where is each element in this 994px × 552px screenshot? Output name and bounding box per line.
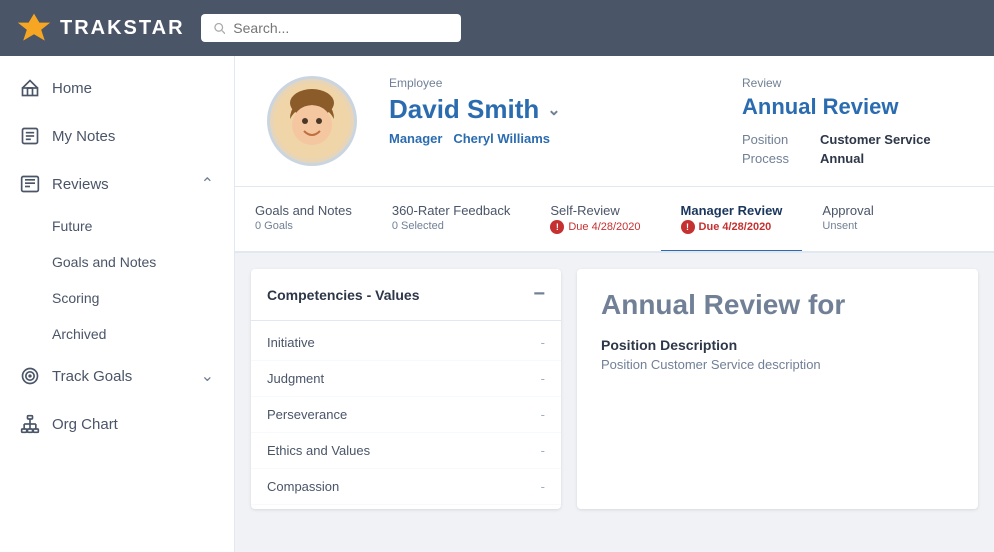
competencies-title: Competencies - Values xyxy=(267,287,420,303)
layout: Home My Notes Reviews ⌃ xyxy=(0,56,994,552)
search-input[interactable] xyxy=(233,20,448,36)
comp-label-judgment: Judgment xyxy=(267,371,324,386)
tab-goals-notes[interactable]: Goals and Notes 0 Goals xyxy=(235,187,372,253)
sidebar-item-track-goals-label: Track Goals xyxy=(52,368,132,385)
pos-desc-value: Position Customer Service description xyxy=(601,357,954,372)
reviews-submenu: Future Goals and Notes Scoring Archived xyxy=(0,208,234,352)
search-icon xyxy=(213,21,226,35)
avatar-image xyxy=(272,81,352,161)
comp-label-perseverance: Perseverance xyxy=(267,407,347,422)
manager-review-warn-icon: ! xyxy=(681,220,695,234)
sidebar-item-my-notes[interactable]: My Notes xyxy=(0,112,234,160)
tab-360-rater[interactable]: 360-Rater Feedback 0 Selected xyxy=(372,187,531,253)
org-chart-icon xyxy=(20,414,40,434)
tab-manager-review[interactable]: Manager Review ! Due 4/28/2020 xyxy=(661,187,803,253)
comp-value-judgment: - xyxy=(541,371,545,386)
logo-text: TRAKSTAR xyxy=(60,17,185,40)
annual-review-title: Annual Review for xyxy=(601,289,954,321)
position-value: Customer Service xyxy=(820,132,931,147)
annual-review-panel: Annual Review for Position Description P… xyxy=(577,269,978,509)
review-info: Review Annual Review Position Customer S… xyxy=(742,76,962,166)
tab-goals-notes-sub: 0 Goals xyxy=(255,220,352,232)
comp-value-ethics: - xyxy=(541,443,545,458)
process-value: Annual xyxy=(820,151,864,166)
review-title: Annual Review xyxy=(742,94,962,120)
comp-row-perseverance[interactable]: Perseverance - xyxy=(251,397,561,433)
avatar xyxy=(267,76,357,166)
review-meta: Position Customer Service Process Annual xyxy=(742,132,962,166)
comp-value-initiative: - xyxy=(541,335,545,350)
sidebar-item-archived[interactable]: Archived xyxy=(0,316,234,352)
comp-value-compassion: - xyxy=(541,479,545,494)
sidebar-item-org-chart-label: Org Chart xyxy=(52,416,118,433)
tab-360-sub: 0 Selected xyxy=(392,220,511,232)
employee-info: Employee David Smith ⌄ Manager Cheryl Wi… xyxy=(389,76,710,146)
pos-desc-label: Position Description xyxy=(601,337,954,353)
comp-row-ethics[interactable]: Ethics and Values - xyxy=(251,433,561,469)
tab-goals-notes-label: Goals and Notes xyxy=(255,203,352,218)
search-bar[interactable] xyxy=(201,14,461,42)
content-area: Competencies - Values − Initiative - Jud… xyxy=(235,253,994,525)
competencies-collapse-button[interactable]: − xyxy=(533,283,545,306)
tab-360-label: 360-Rater Feedback xyxy=(392,203,511,218)
process-label: Process xyxy=(742,151,812,166)
sidebar-item-org-chart[interactable]: Org Chart xyxy=(0,400,234,448)
employee-name-chevron[interactable]: ⌄ xyxy=(547,100,560,120)
tab-approval[interactable]: Approval Unsent xyxy=(802,187,893,253)
sidebar: Home My Notes Reviews ⌃ xyxy=(0,56,235,552)
employee-name: David Smith ⌄ xyxy=(389,94,710,125)
tab-self-review[interactable]: Self-Review ! Due 4/28/2020 xyxy=(530,187,660,253)
main-content: Employee David Smith ⌄ Manager Cheryl Wi… xyxy=(235,56,994,552)
comp-row-compassion[interactable]: Compassion - xyxy=(251,469,561,505)
sidebar-item-my-notes-label: My Notes xyxy=(52,128,115,145)
position-row: Position Customer Service xyxy=(742,132,962,147)
position-label: Position xyxy=(742,132,812,147)
home-icon xyxy=(20,78,40,98)
comp-label-compassion: Compassion xyxy=(267,479,339,494)
tab-manager-review-label: Manager Review xyxy=(681,203,783,218)
sidebar-item-home[interactable]: Home xyxy=(0,64,234,112)
comp-row-initiative[interactable]: Initiative - xyxy=(251,325,561,361)
review-label: Review xyxy=(742,76,962,90)
logo: TRAKSTAR xyxy=(16,10,185,46)
competencies-header: Competencies - Values − xyxy=(251,269,561,321)
comp-row-judgment[interactable]: Judgment - xyxy=(251,361,561,397)
reviews-icon xyxy=(20,174,40,194)
tab-approval-label: Approval xyxy=(822,203,873,218)
tab-self-review-label: Self-Review xyxy=(550,203,640,218)
reviews-left: Reviews xyxy=(20,174,109,194)
sidebar-item-reviews-label: Reviews xyxy=(52,176,109,193)
sidebar-item-future[interactable]: Future xyxy=(0,208,234,244)
notes-icon xyxy=(20,126,40,146)
comp-label-ethics: Ethics and Values xyxy=(267,443,370,458)
employee-header: Employee David Smith ⌄ Manager Cheryl Wi… xyxy=(235,56,994,187)
topnav: TRAKSTAR xyxy=(0,0,994,56)
sidebar-item-home-label: Home xyxy=(52,80,92,97)
chevron-up-icon: ⌃ xyxy=(201,174,214,194)
competencies-panel: Competencies - Values − Initiative - Jud… xyxy=(251,269,561,509)
tab-approval-unsent: Unsent xyxy=(822,220,873,232)
tab-self-review-warning: ! Due 4/28/2020 xyxy=(550,220,640,234)
comp-value-perseverance: - xyxy=(541,407,545,422)
sidebar-item-reviews[interactable]: Reviews ⌃ xyxy=(0,160,234,208)
sidebar-item-track-goals[interactable]: Track Goals ⌄ xyxy=(0,352,234,400)
sidebar-item-scoring[interactable]: Scoring xyxy=(0,280,234,316)
manager-link[interactable]: Cheryl Williams xyxy=(453,131,550,146)
competencies-list: Initiative - Judgment - Perseverance - E… xyxy=(251,321,561,509)
employee-label: Employee xyxy=(389,76,710,90)
sidebar-item-goals-and-notes[interactable]: Goals and Notes xyxy=(0,244,234,280)
comp-label-initiative: Initiative xyxy=(267,335,315,350)
self-review-warn-icon: ! xyxy=(550,220,564,234)
tab-manager-review-warning: ! Due 4/28/2020 xyxy=(681,220,783,234)
chevron-down-icon: ⌄ xyxy=(201,366,214,386)
track-goals-icon xyxy=(20,366,40,386)
process-row: Process Annual xyxy=(742,151,962,166)
track-goals-left: Track Goals xyxy=(20,366,132,386)
logo-icon xyxy=(16,10,52,46)
employee-manager: Manager Cheryl Williams xyxy=(389,131,710,146)
tabs-bar: Goals and Notes 0 Goals 360-Rater Feedba… xyxy=(235,187,994,253)
